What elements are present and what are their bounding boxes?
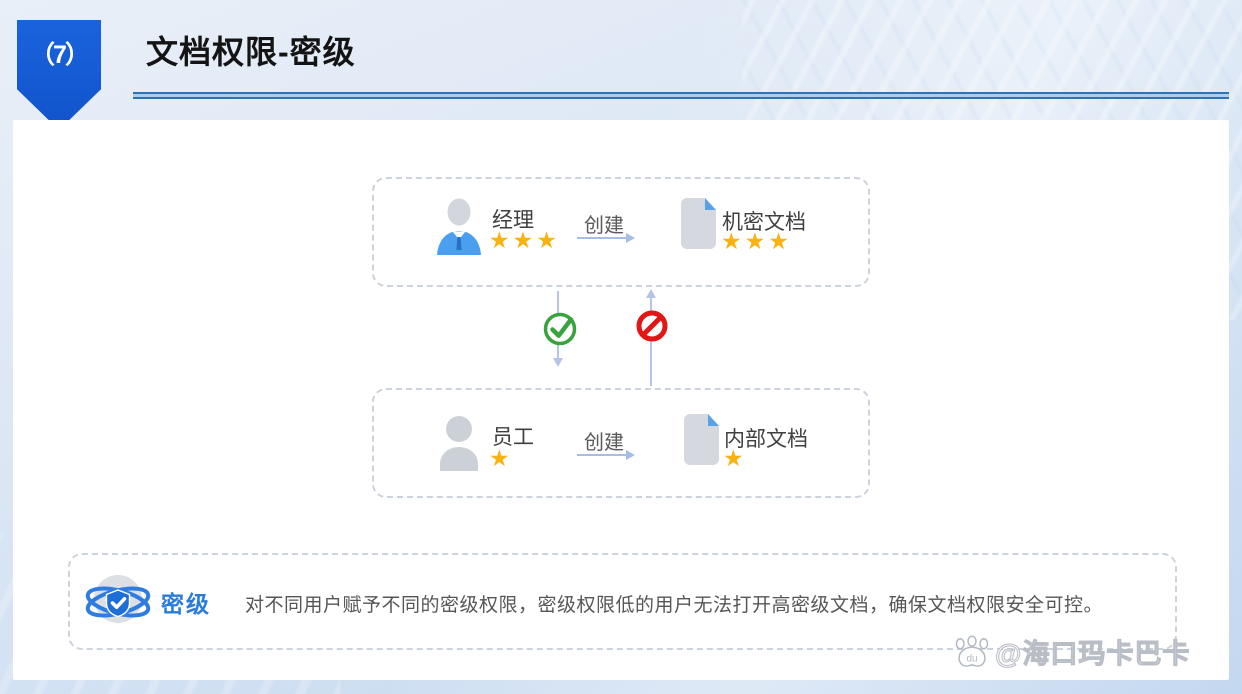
employee-icon — [432, 413, 486, 471]
section-number-ribbon: （7） — [17, 20, 101, 130]
summary-term: 密级 — [161, 585, 211, 619]
watermark-text: @海口玛卡巴卡 — [995, 632, 1190, 671]
title-divider — [133, 92, 1229, 99]
no-entry-icon — [634, 308, 670, 344]
check-circle-icon — [541, 310, 579, 348]
confidential-doc-icon — [679, 197, 717, 249]
slide: （7） 文档权限-密级 经理 ★★★ 创建 机密文档 ★★★ 员工 ★ 创建 — [0, 0, 1242, 694]
actor-stars: ★ — [489, 447, 513, 470]
doc-stars: ★★★ — [721, 230, 792, 253]
paw-icon: du — [952, 635, 992, 669]
section-number: （7） — [17, 35, 101, 71]
doc-stars: ★ — [723, 447, 747, 470]
create-label: 创建 — [584, 209, 624, 238]
create-arrow-icon — [577, 454, 627, 456]
page-title: 文档权限-密级 — [146, 27, 356, 73]
actor-stars: ★★★ — [489, 229, 560, 252]
summary-description: 对不同用户赋予不同的密级权限，密级权限低的用户无法打开高密级文档，确保文档权限安… — [245, 590, 1103, 617]
paw-label: du — [966, 653, 977, 664]
create-arrow-icon — [577, 237, 627, 239]
create-label: 创建 — [584, 426, 624, 455]
manager-icon — [432, 197, 486, 255]
internal-doc-icon — [682, 413, 720, 465]
security-level-icon — [84, 567, 152, 635]
watermark: du @海口玛卡巴卡 — [952, 632, 1190, 671]
